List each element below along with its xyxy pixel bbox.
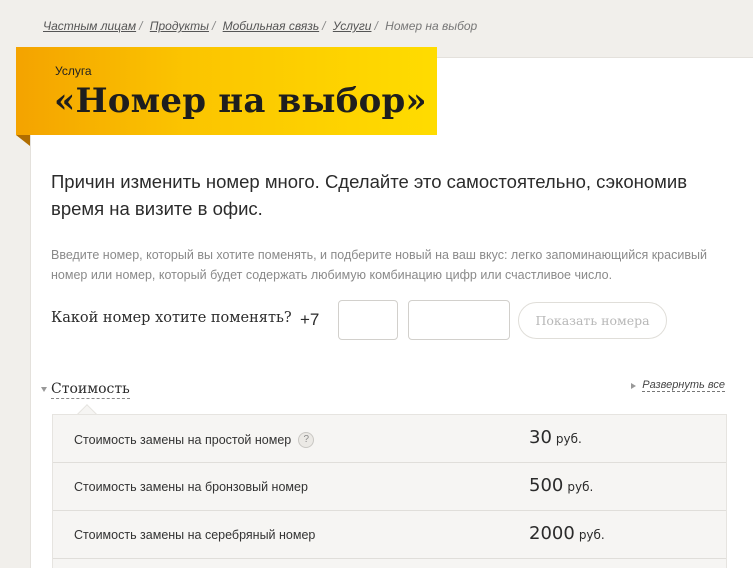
price-value: 30 (529, 427, 552, 448)
price-unit: руб. (555, 432, 582, 446)
breadcrumb-separator: / (211, 19, 216, 33)
operator-code-input[interactable] (338, 300, 398, 340)
breadcrumb-current: Номер на выбор (385, 19, 478, 33)
row-name: Стоимость замены на серебряный номер (74, 528, 315, 542)
breadcrumb-separator: / (322, 19, 326, 33)
row-name: Стоимость замены на простой номер ? (74, 432, 315, 448)
banner-kicker: Услуга (55, 64, 92, 78)
expand-all-label: Развернуть все (642, 379, 725, 392)
row-price: 2000 руб. (529, 523, 605, 544)
row-name: Стоимость замены на бронзовый номер (74, 480, 308, 494)
breadcrumb: Частным лицам / Продукты / Мобильная связь… (43, 19, 477, 33)
description-text: Введите номер, который вы хотите поменят… (51, 248, 707, 282)
row-name-text: Стоимость замены на простой номер (74, 433, 292, 447)
row-price: 30 руб. (529, 427, 582, 448)
row-name-text: Стоимость замены на бронзовый номер (74, 480, 308, 494)
table-row: Стоимость замены на серебряный номер 200… (53, 511, 726, 559)
breadcrumb-link-products[interactable]: Продукты (150, 19, 209, 33)
cost-table: Стоимость замены на простой номер ? 30 ру… (52, 414, 727, 568)
help-icon[interactable]: ? (298, 432, 315, 448)
breadcrumb-link-services[interactable]: Услуги (333, 19, 372, 33)
triangle-right-icon (631, 382, 637, 389)
cost-section-title: Стоимость (51, 381, 130, 399)
triangle-down-icon (41, 386, 47, 392)
breadcrumb-link-mobile[interactable]: Мобильная связь (223, 19, 320, 33)
breadcrumb-separator: / (139, 19, 143, 33)
price-value: 500 (529, 475, 564, 496)
show-numbers-button[interactable]: Показать номера (518, 302, 667, 339)
cost-section-toggle[interactable]: Стоимость (41, 381, 130, 399)
table-row: Стоимость замены на бронзовый номер 500 р… (53, 463, 726, 511)
price-value: 2000 (529, 523, 575, 544)
phone-number-input[interactable] (408, 300, 510, 340)
phone-form-label: Какой номер хотите поменять? (51, 310, 292, 326)
page-title: «Номер на выбор» (54, 81, 427, 121)
lead-text: Причин изменить номер много. Сделайте эт… (51, 171, 688, 219)
row-name-text: Стоимость замены на серебряный номер (74, 528, 316, 542)
breadcrumb-link-private[interactable]: Частным лицам (43, 19, 136, 33)
price-unit: руб. (578, 528, 605, 542)
breadcrumb-separator: / (374, 19, 378, 33)
table-row: Стоимость замены на простой номер ? 30 ру… (53, 415, 726, 463)
price-unit: руб. (567, 480, 594, 494)
country-code-prefix: +7 (300, 310, 320, 329)
expand-all-link[interactable]: Развернуть все (631, 379, 725, 392)
row-price: 500 руб. (529, 475, 593, 496)
banner-fold (16, 135, 30, 146)
